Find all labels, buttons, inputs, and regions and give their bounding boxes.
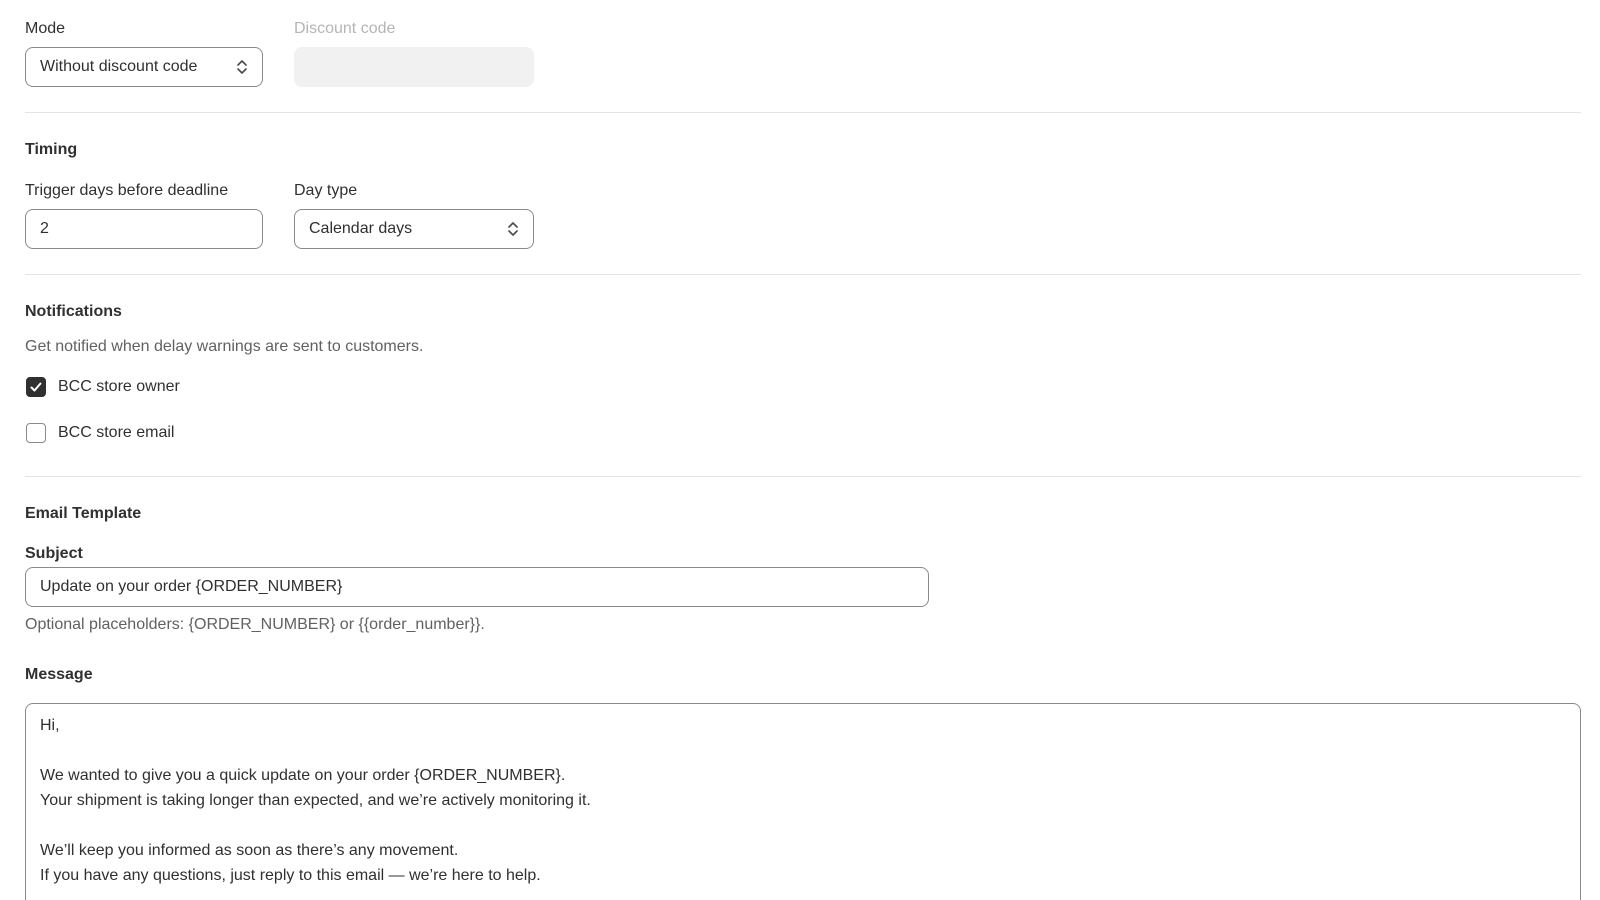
discount-code-input xyxy=(294,47,534,87)
bcc-store-owner-checkbox[interactable] xyxy=(26,377,46,397)
notifications-heading: Notifications xyxy=(25,303,122,320)
bcc-store-owner-label[interactable]: BCC store owner xyxy=(58,377,180,397)
notifications-description: Get notified when delay warnings are sen… xyxy=(25,338,424,355)
mode-select-value: Without discount code xyxy=(40,58,198,75)
trigger-days-value: 2 xyxy=(40,220,49,237)
message-textarea[interactable]: Hi, We wanted to give you a quick update… xyxy=(25,703,1581,900)
divider xyxy=(25,112,1581,113)
timing-heading: Timing xyxy=(25,141,78,158)
subject-value: Update on your order {ORDER_NUMBER} xyxy=(40,578,343,595)
message-line: We’ll keep you informed as soon as there… xyxy=(40,842,459,859)
message-line: If you have any questions, just reply to… xyxy=(40,867,541,884)
subject-label: Subject xyxy=(25,545,83,562)
subject-input[interactable]: Update on your order {ORDER_NUMBER} xyxy=(25,567,929,607)
message-label: Message xyxy=(25,666,93,683)
chevron-up-down-icon xyxy=(237,60,247,74)
day-type-select[interactable]: Calendar days xyxy=(294,209,534,249)
message-line: Your shipment is taking longer than expe… xyxy=(40,792,591,809)
subject-help-text: Optional placeholders: {ORDER_NUMBER} or… xyxy=(25,616,485,633)
trigger-days-input[interactable]: 2 xyxy=(25,209,263,249)
divider xyxy=(25,274,1581,275)
trigger-days-label: Trigger days before deadline xyxy=(25,182,229,199)
email-template-heading: Email Template xyxy=(25,505,142,522)
mode-select[interactable]: Without discount code xyxy=(25,47,263,87)
bcc-store-email-checkbox[interactable] xyxy=(26,423,46,443)
message-line xyxy=(40,813,1566,838)
discount-code-label: Discount code xyxy=(294,20,396,37)
message-line xyxy=(40,738,1566,763)
message-line: We wanted to give you a quick update on … xyxy=(40,767,566,784)
chevron-up-down-icon xyxy=(508,222,518,236)
mode-label: Mode xyxy=(25,20,66,37)
day-type-label: Day type xyxy=(294,182,358,199)
day-type-select-value: Calendar days xyxy=(309,220,413,237)
checkmark-icon xyxy=(30,382,42,392)
settings-form: Mode Without discount code Discount code… xyxy=(0,0,1600,900)
divider xyxy=(25,476,1581,477)
bcc-store-email-label[interactable]: BCC store email xyxy=(58,423,174,443)
message-line: Hi, xyxy=(40,717,60,734)
